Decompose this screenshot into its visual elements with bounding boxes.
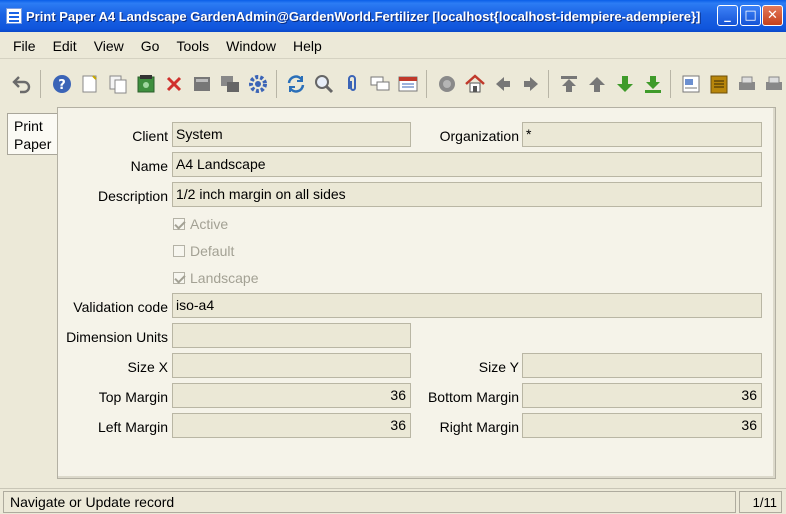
size-x-label: Size X — [127, 359, 168, 375]
record-count[interactable]: 1/11 — [739, 491, 782, 513]
organization-label: Organization — [439, 128, 519, 144]
grid-toggle-icon[interactable] — [190, 72, 214, 96]
forward-icon[interactable] — [519, 72, 543, 96]
name-label: Name — [130, 158, 168, 174]
undo-icon[interactable] — [10, 72, 34, 96]
first-record-icon[interactable] — [557, 72, 581, 96]
menu-help[interactable]: Help — [286, 38, 329, 54]
find-icon[interactable] — [312, 72, 336, 96]
landscape-label: Landscape — [190, 270, 259, 286]
toolbar: ? — [0, 62, 786, 106]
bottom-margin-label: Bottom Margin — [427, 389, 519, 405]
svg-text:?: ? — [58, 78, 66, 93]
tab-print-paper[interactable]: Print Paper — [7, 113, 57, 155]
left-margin-label: Left Margin — [97, 419, 168, 435]
refresh-icon[interactable] — [284, 72, 308, 96]
delete-icon[interactable] — [162, 72, 186, 96]
top-margin-field[interactable]: 36 — [172, 383, 411, 408]
app-window-icon[interactable] — [6, 8, 22, 24]
report-icon[interactable] — [679, 72, 703, 96]
right-margin-label: Right Margin — [439, 419, 519, 435]
size-x-field[interactable] — [172, 353, 411, 378]
client-field[interactable]: System — [172, 122, 411, 147]
dimension-units-field[interactable] — [172, 323, 411, 348]
menu-window[interactable]: Window — [219, 38, 283, 54]
tab-label-line2: Paper — [14, 136, 52, 152]
save-icon[interactable] — [134, 72, 158, 96]
landscape-check-box[interactable] — [173, 272, 185, 284]
dimension-units-label: Dimension Units — [66, 329, 168, 345]
home-icon[interactable] — [463, 72, 487, 96]
default-checkbox[interactable]: Default — [173, 243, 234, 259]
history-icon[interactable] — [396, 72, 420, 96]
organization-field[interactable]: * — [522, 122, 762, 147]
size-y-field[interactable] — [522, 353, 762, 378]
title-bar: Print Paper A4 Landscape GardenAdmin@Gar… — [0, 0, 786, 32]
bottom-margin-field[interactable]: 36 — [522, 383, 762, 408]
maximize-button[interactable]: □ — [740, 5, 761, 26]
archive-icon[interactable] — [435, 72, 459, 96]
active-check-box[interactable] — [173, 218, 185, 230]
minimize-button[interactable]: _ — [717, 5, 738, 26]
print-preview-icon[interactable] — [735, 72, 759, 96]
description-field[interactable]: 1/2 inch margin on all sides — [172, 182, 762, 207]
default-label: Default — [190, 243, 235, 259]
settings-icon[interactable] — [246, 72, 270, 96]
right-margin-field[interactable]: 36 — [522, 413, 762, 438]
status-bar: Navigate or Update record 1/11 — [0, 488, 786, 514]
window-title: Print Paper A4 Landscape GardenAdmin@Gar… — [26, 8, 701, 24]
attachment-icon[interactable] — [340, 72, 364, 96]
status-message: Navigate or Update record — [3, 491, 736, 513]
tab-label-line1: Print — [14, 118, 43, 134]
default-check-box[interactable] — [173, 245, 185, 257]
top-margin-label: Top Margin — [98, 389, 168, 405]
menu-edit[interactable]: Edit — [46, 38, 84, 54]
help-icon[interactable]: ? — [50, 72, 74, 96]
copy-record-icon[interactable] — [106, 72, 130, 96]
landscape-checkbox[interactable]: Landscape — [173, 270, 259, 286]
menu-bar: File Edit View Go Tools Window Help — [0, 33, 786, 59]
new-record-icon[interactable] — [78, 72, 102, 96]
validation-code-field[interactable]: iso-a4 — [172, 293, 762, 318]
active-checkbox[interactable]: Active — [173, 216, 228, 232]
next-record-icon[interactable] — [613, 72, 637, 96]
validation-code-label: Validation code — [73, 299, 168, 315]
active-label: Active — [190, 216, 229, 232]
name-field[interactable]: A4 Landscape — [172, 152, 762, 177]
chat-icon[interactable] — [368, 72, 392, 96]
close-button[interactable]: ✕ — [762, 5, 783, 26]
last-record-icon[interactable] — [641, 72, 665, 96]
menu-file[interactable]: File — [6, 38, 43, 54]
print-icon[interactable] — [762, 72, 786, 96]
back-icon[interactable] — [491, 72, 515, 96]
previous-record-icon[interactable] — [585, 72, 609, 96]
menu-view[interactable]: View — [87, 38, 131, 54]
menu-go[interactable]: Go — [134, 38, 167, 54]
multi-window-icon[interactable] — [218, 72, 242, 96]
left-margin-field[interactable]: 36 — [172, 413, 411, 438]
description-label: Description — [97, 188, 168, 204]
menu-tools[interactable]: Tools — [169, 38, 216, 54]
size-y-label: Size Y — [478, 359, 519, 375]
archive-view-icon[interactable] — [707, 72, 731, 96]
client-label: Client — [132, 128, 168, 144]
